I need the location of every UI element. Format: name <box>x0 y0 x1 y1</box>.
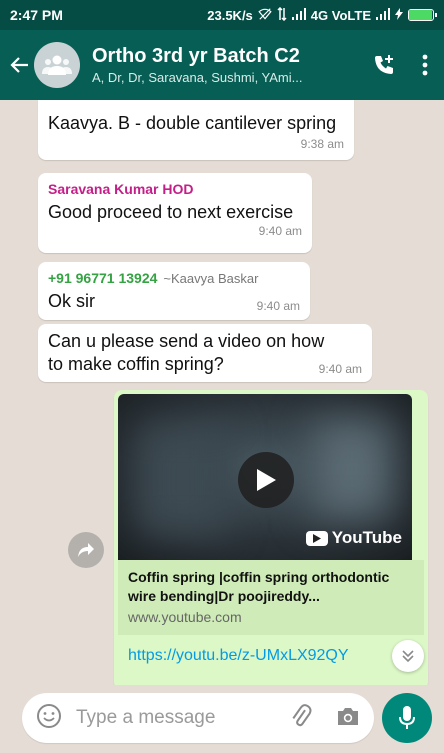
message-bubble[interactable]: Saravana Kumar HOD Good proceed to next … <box>38 173 312 253</box>
chat-participants: A, Dr, Dr, Saravana, Sushmi, YAmi... <box>92 70 303 85</box>
add-call-icon[interactable] <box>372 53 396 77</box>
chat-title-block[interactable]: Ortho 3rd yr Batch C2 A, Dr, Dr, Saravan… <box>92 45 372 85</box>
microphone-icon[interactable] <box>382 693 432 743</box>
message-time: 9:38 am <box>300 137 344 152</box>
link-preview-bubble[interactable]: YouTube Coffin spring |coffin spring ort… <box>114 390 428 685</box>
data-arrows-icon <box>277 6 287 24</box>
attach-icon[interactable] <box>290 703 312 733</box>
message-text: Can u please send a video on how to make… <box>48 331 325 375</box>
status-bar: 2:47 PM 23.5K/s 4G VoLTE <box>0 0 444 30</box>
sender-name[interactable]: Saravana Kumar HOD <box>48 181 302 197</box>
network-type: 4G VoLTE <box>310 7 371 23</box>
message-bubble[interactable]: +91 96771 13924 ~Kaavya Baskar Ok sir 9:… <box>38 262 310 320</box>
status-time: 2:47 PM <box>10 7 63 23</box>
chat-header[interactable]: Ortho 3rd yr Batch C2 A, Dr, Dr, Saravan… <box>0 30 444 100</box>
scroll-down-icon[interactable] <box>392 640 424 672</box>
video-link[interactable]: https://youtu.be/z-UMxLX92QY <box>118 635 424 665</box>
youtube-wordmark: YouTube <box>331 528 402 547</box>
signal-icon <box>376 7 390 23</box>
sender-row: +91 96771 13924 ~Kaavya Baskar <box>48 270 300 286</box>
preview-domain: www.youtube.com <box>128 608 242 625</box>
battery-level <box>409 10 432 20</box>
message-time: 9:40 am <box>258 224 302 239</box>
wifi-off-icon <box>258 7 272 24</box>
link-preview-info[interactable]: Coffin spring |coffin spring orthodontic… <box>118 560 424 635</box>
charging-icon <box>395 7 403 23</box>
chat-area[interactable]: Kaavya. B - double cantilever spring 9:3… <box>0 100 444 685</box>
message-text: Ok sir <box>48 291 95 311</box>
message-bubble[interactable]: Kaavya. B - double cantilever spring 9:3… <box>38 100 354 160</box>
message-text: Kaavya. B - double cantilever spring <box>48 113 337 133</box>
status-indicators: 23.5K/s 4G VoLTE <box>207 6 437 24</box>
header-actions <box>372 53 428 77</box>
sender-number[interactable]: +91 96771 13924 <box>48 270 157 286</box>
group-icon <box>42 55 72 75</box>
youtube-logo: YouTube <box>305 528 402 548</box>
emoji-icon[interactable] <box>36 703 62 734</box>
battery-icon <box>408 9 437 21</box>
signal-icon <box>291 7 306 23</box>
video-thumbnail[interactable]: YouTube <box>118 394 412 560</box>
play-icon[interactable] <box>238 452 294 508</box>
message-input[interactable] <box>76 707 290 729</box>
message-bubble[interactable]: Can u please send a video on how to make… <box>38 324 372 382</box>
youtube-play-icon <box>305 530 328 546</box>
message-time: 9:40 am <box>318 362 362 376</box>
message-composer[interactable] <box>22 693 374 743</box>
camera-icon[interactable] <box>336 705 360 732</box>
net-speed: 23.5K/s <box>207 7 253 23</box>
preview-title: Coffin spring |coffin spring orthodontic… <box>128 569 390 604</box>
forward-icon[interactable] <box>68 532 104 568</box>
back-arrow-icon[interactable] <box>8 53 32 77</box>
message-text: Good proceed to next exercise <box>48 202 294 222</box>
sender-alias: ~Kaavya Baskar <box>163 271 259 286</box>
group-avatar[interactable] <box>34 42 80 88</box>
message-time: 9:40 am <box>256 299 300 314</box>
composer-actions <box>290 703 360 733</box>
chat-title: Ortho 3rd yr Batch C2 <box>92 45 300 67</box>
message-row: Ok sir 9:40 am <box>48 290 300 313</box>
more-options-icon[interactable] <box>422 54 428 76</box>
